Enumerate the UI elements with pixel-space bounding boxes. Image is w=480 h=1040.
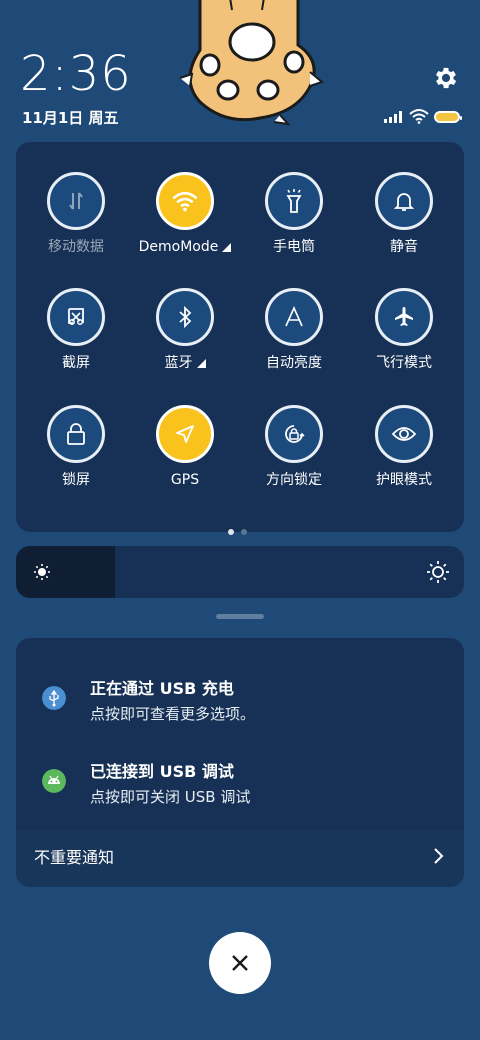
tile-label: 自动亮度 xyxy=(266,355,322,371)
tile-label: 方向锁定 xyxy=(266,472,322,488)
eye-icon xyxy=(375,405,433,463)
auto-brightness-icon xyxy=(265,288,323,346)
tile-label: 护眼模式 xyxy=(376,472,432,488)
tile-silent[interactable]: 静音 xyxy=(349,172,459,256)
wifi-icon xyxy=(409,109,429,124)
tile-label: 蓝牙 xyxy=(164,355,193,371)
page-indicator xyxy=(228,520,254,539)
brightness-fill xyxy=(16,546,115,598)
tile-bluetooth[interactable]: 蓝牙 xyxy=(130,288,240,372)
tile-gps[interactable]: GPS xyxy=(130,405,240,489)
tile-label: 静音 xyxy=(390,239,418,255)
notification-title: 正在通过 USB 充电 xyxy=(90,679,234,698)
gear-icon[interactable] xyxy=(432,64,460,92)
drag-handle[interactable] xyxy=(216,614,264,619)
tile-label: 锁屏 xyxy=(62,472,90,488)
tile-flashlight[interactable]: 手电筒 xyxy=(239,172,349,256)
tile-lock-screen[interactable]: 锁屏 xyxy=(21,405,131,489)
expand-triangle-icon[interactable] xyxy=(196,359,206,368)
rotation-lock-icon xyxy=(265,405,323,463)
signal-icon xyxy=(384,111,402,123)
date-label: 11月1日 周五 xyxy=(22,109,119,127)
tile-auto-brightness[interactable]: 自动亮度 xyxy=(239,288,349,372)
lock-icon xyxy=(47,405,105,463)
tile-screenshot[interactable]: 截屏 xyxy=(21,288,131,372)
bell-icon xyxy=(375,172,433,230)
close-button[interactable] xyxy=(209,932,271,994)
notification-usb-charging[interactable]: 正在通过 USB 充电 点按即可查看更多选项。 xyxy=(16,662,464,732)
sun-small-icon xyxy=(34,564,50,580)
notification-panel: 正在通过 USB 充电 点按即可查看更多选项。 已连接到 USB 调试 点按即可… xyxy=(16,638,464,887)
tile-label: 截屏 xyxy=(62,355,90,371)
tile-airplane[interactable]: 飞行模式 xyxy=(349,288,459,372)
tile-label: GPS xyxy=(170,472,200,488)
notification-text: 点按即可查看更多选项。 xyxy=(90,705,256,723)
notification-title: 已连接到 USB 调试 xyxy=(90,762,234,781)
gps-icon xyxy=(156,405,214,463)
tile-label: DemoMode xyxy=(138,239,219,255)
tile-mobile-data[interactable]: 移动数据 xyxy=(21,172,131,256)
tile-label: 手电筒 xyxy=(273,239,315,255)
sun-large-icon xyxy=(427,561,449,583)
android-debug-icon xyxy=(42,769,66,793)
minor-notifications-label: 不重要通知 xyxy=(34,848,115,867)
expand-triangle-icon[interactable] xyxy=(222,243,232,252)
close-icon xyxy=(232,955,248,971)
flashlight-icon xyxy=(265,172,323,230)
airplane-icon xyxy=(375,288,433,346)
battery-icon xyxy=(434,111,462,123)
clock-time: 2:36 xyxy=(20,46,132,102)
usb-icon xyxy=(42,686,66,710)
brightness-slider[interactable] xyxy=(16,546,464,598)
quick-settings-panel: 移动数据 DemoMode 手电筒 静音 截屏 蓝牙 自动亮度 飞行模式 锁屏 … xyxy=(16,142,464,532)
tile-wifi[interactable]: DemoMode xyxy=(130,172,240,256)
page-dot[interactable] xyxy=(241,529,247,535)
notification-usb-debugging[interactable]: 已连接到 USB 调试 点按即可关闭 USB 调试 xyxy=(16,745,464,815)
wifi-icon xyxy=(156,172,214,230)
notification-text: 点按即可关闭 USB 调试 xyxy=(90,788,251,806)
tile-eye-care[interactable]: 护眼模式 xyxy=(349,405,459,489)
tile-rotation-lock[interactable]: 方向锁定 xyxy=(239,405,349,489)
chevron-right-icon xyxy=(434,848,444,864)
minor-notifications-row[interactable]: 不重要通知 xyxy=(16,830,464,887)
mobile-data-icon xyxy=(47,172,105,230)
tile-label: 移动数据 xyxy=(48,239,104,255)
cat-paw-icon xyxy=(179,0,325,126)
screenshot-icon xyxy=(47,288,105,346)
tile-label: 飞行模式 xyxy=(376,355,432,371)
bluetooth-icon xyxy=(156,288,214,346)
page-dot-active[interactable] xyxy=(228,529,234,535)
